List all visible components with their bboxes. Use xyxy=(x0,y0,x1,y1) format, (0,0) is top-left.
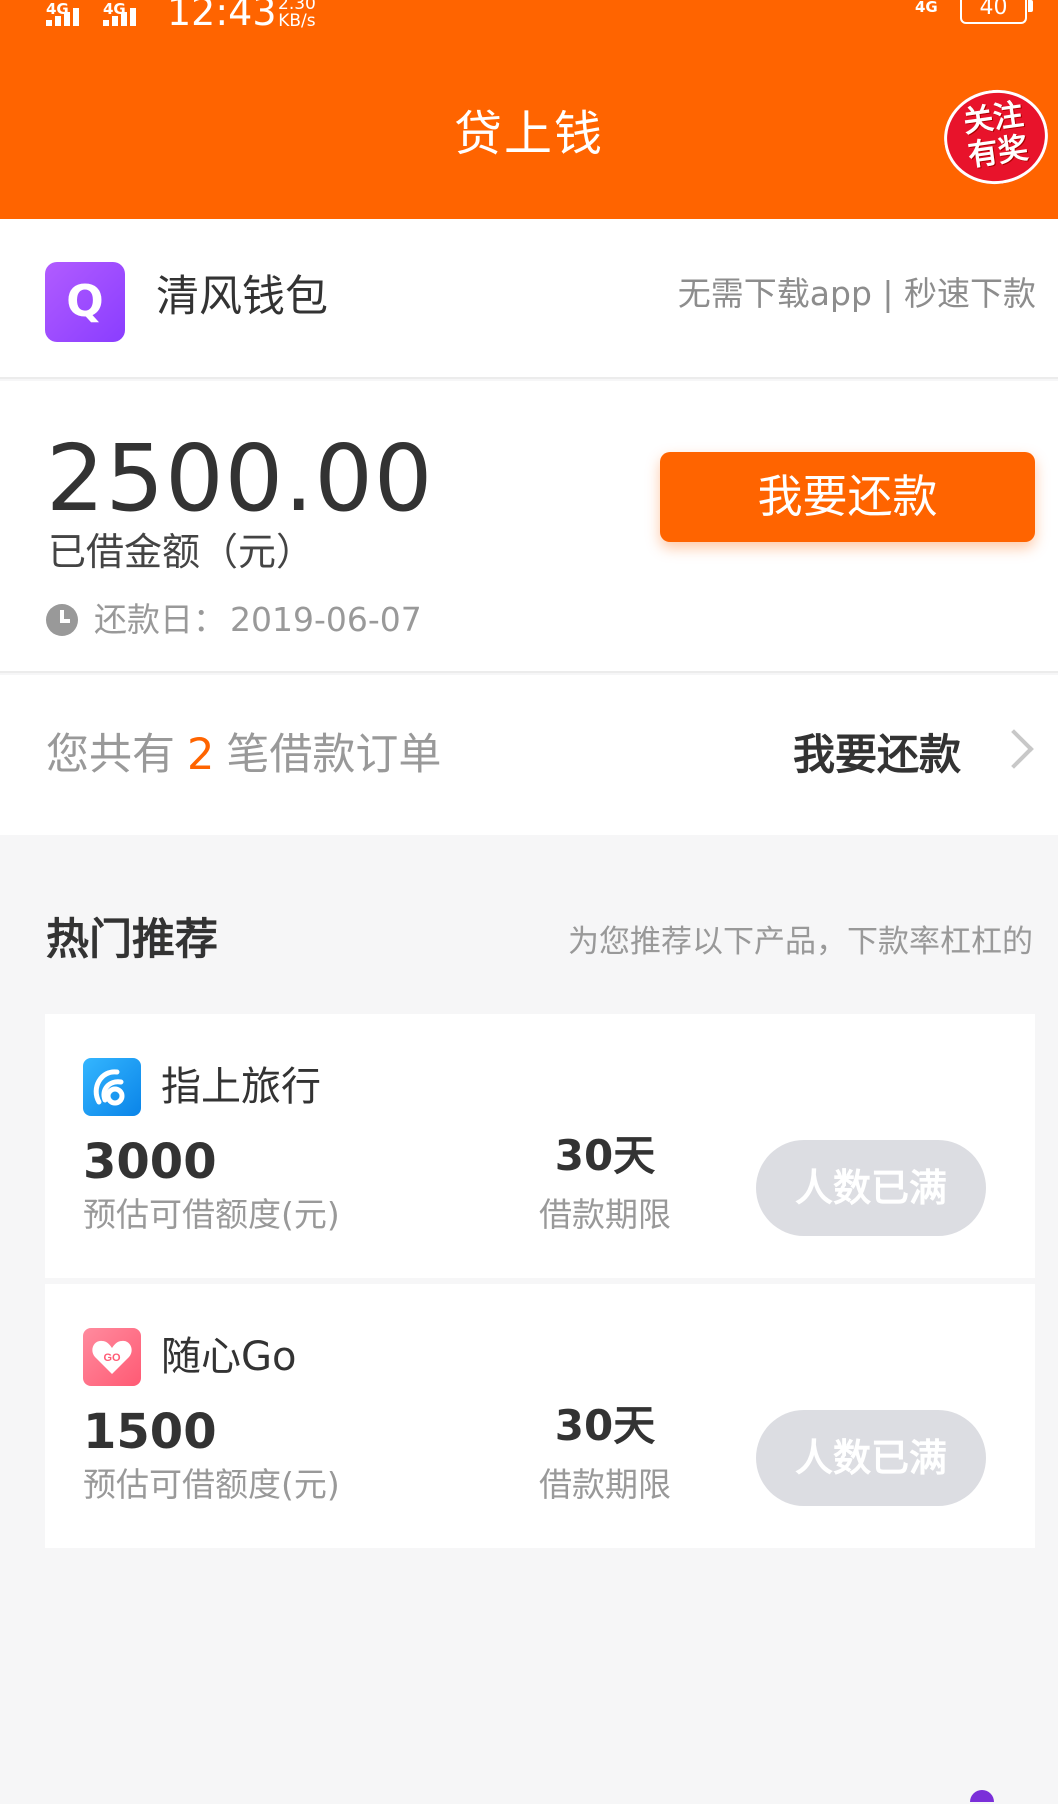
quota-full-button[interactable]: 人数已满 xyxy=(756,1410,986,1506)
product-info-row: Q 清风钱包 无需下载app | 秒速下款 xyxy=(0,219,1058,379)
signal-bars-icon-2 xyxy=(103,6,136,26)
recommend-product-name: 随心Go xyxy=(161,1334,297,1380)
recommend-section-subtitle: 为您推荐以下产品，下款率杠杠的 xyxy=(568,924,1033,960)
recommend-term: 30天 xyxy=(554,1401,656,1450)
recommend-term-label: 借款期限 xyxy=(539,1195,671,1234)
recommend-amount-label: 预估可借额度(元) xyxy=(83,1195,340,1234)
qingfeng-wallet-logo-icon: Q xyxy=(45,262,125,342)
floating-widget-edge[interactable] xyxy=(970,1790,994,1802)
loan-summary-card: 2500.00 已借金额（元） 还款日： 2019-06-07 我要还款 xyxy=(0,381,1058,673)
due-date-label: 还款日： xyxy=(94,600,226,639)
orders-repay-link[interactable]: 我要还款 xyxy=(793,725,961,785)
orders-summary: 您共有 2 笔借款订单 xyxy=(46,725,441,785)
suixin-go-logo-icon: GO xyxy=(83,1328,141,1386)
orders-prefix: 您共有 xyxy=(46,730,175,780)
recommend-card-zhishang[interactable]: 指上旅行 3000 预估可借额度(元) 30天 借款期限 人数已满 xyxy=(45,1014,1035,1278)
recommend-amount: 1500 xyxy=(83,1404,217,1460)
quota-full-button[interactable]: 人数已满 xyxy=(756,1140,986,1236)
heart-icon: GO xyxy=(92,1340,132,1374)
network-speed-unit: KB/s xyxy=(278,11,316,31)
recommend-term: 30天 xyxy=(554,1131,656,1180)
recommend-amount-label: 预估可借额度(元) xyxy=(83,1465,340,1504)
promo-badge[interactable]: 关注 有奖 xyxy=(937,83,1055,191)
recommend-section-title: 热门推荐 xyxy=(46,915,218,965)
product-name: 清风钱包 xyxy=(156,272,328,322)
orders-count: 2 xyxy=(187,730,215,780)
loan-amount-label: 已借金额（元） xyxy=(48,530,315,574)
due-date-row: 还款日： 2019-06-07 xyxy=(46,595,422,645)
battery-icon: 40 xyxy=(960,0,1033,24)
recommend-product-name: 指上旅行 xyxy=(161,1064,321,1110)
orders-suffix: 笔借款订单 xyxy=(226,730,442,780)
repay-button[interactable]: 我要还款 xyxy=(660,452,1035,542)
recommend-term-label: 借款期限 xyxy=(539,1465,671,1504)
recommend-amount: 3000 xyxy=(83,1134,217,1190)
network-speed: 2.30 KB/s xyxy=(278,0,316,30)
status-time: 12:43 xyxy=(167,0,277,34)
product-tagline: 无需下载app | 秒速下款 xyxy=(677,274,1036,313)
suixin-go-logo-text: GO xyxy=(103,1352,121,1364)
loan-amount: 2500.00 xyxy=(46,425,434,532)
status-bar: 4G 4G 12:43 2.30 KB/s 4G 40 xyxy=(0,0,1058,40)
app-header: 4G 4G 12:43 2.30 KB/s 4G 40 贷上钱 关注 有奖 xyxy=(0,0,1058,219)
clock-icon xyxy=(46,604,78,636)
due-date-value: 2019-06-07 xyxy=(230,600,422,639)
signal-bars-icon xyxy=(46,6,79,26)
zhishang-travel-logo-icon xyxy=(83,1058,141,1116)
page-title: 贷上钱 xyxy=(453,106,604,162)
recommend-card-suixin[interactable]: GO 随心Go 1500 预估可借额度(元) 30天 借款期限 人数已满 xyxy=(45,1284,1035,1548)
zhishang-travel-logo-svg xyxy=(93,1069,125,1106)
network-type: 4G xyxy=(915,0,938,16)
orders-row[interactable]: 您共有 2 笔借款订单 我要还款 xyxy=(0,675,1058,835)
